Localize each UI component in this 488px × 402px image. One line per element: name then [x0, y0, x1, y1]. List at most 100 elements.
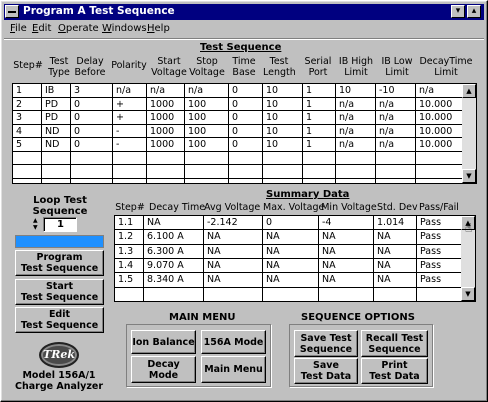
program-test-sequence-button[interactable]: Program Test Sequence	[15, 250, 104, 276]
ts-cell[interactable]: -	[116, 138, 146, 151]
ts-cell[interactable]	[116, 165, 146, 178]
summary-cell[interactable]: NA	[322, 230, 373, 243]
start-test-sequence-button[interactable]: Start Test Sequence	[15, 279, 104, 305]
ts-cell[interactable]: IB	[45, 84, 70, 97]
summary-cell[interactable]: NA	[266, 230, 318, 243]
summary-cell[interactable]: -4	[322, 216, 373, 229]
ts-cell[interactable]: -10	[379, 84, 415, 97]
scroll-down-icon[interactable]: ▼	[461, 287, 475, 301]
ts-cell[interactable]: 100	[188, 125, 228, 138]
save-test-data-button[interactable]: Save Test Data	[294, 358, 358, 384]
ts-cell[interactable]	[150, 152, 184, 165]
ts-cell[interactable]	[379, 152, 415, 165]
ts-cell[interactable]	[419, 165, 461, 178]
ts-cell[interactable]	[188, 165, 228, 178]
ts-cell[interactable]: n/a	[339, 111, 375, 124]
ts-cell[interactable]: ND	[45, 125, 70, 138]
summary-cell[interactable]: 6.300 A	[147, 245, 203, 258]
ts-cell[interactable]	[339, 165, 375, 178]
ts-cell[interactable]: n/a	[150, 84, 184, 97]
ts-table-row[interactable]: 3 PD 0 +1000 100 0 10 1 n/a n/a 10.000	[13, 111, 462, 125]
ts-cell[interactable]: PD	[45, 111, 70, 124]
summary-cell[interactable]: 6.100 A	[147, 230, 203, 243]
ts-cell[interactable]: 1000	[150, 138, 184, 151]
ts-table-row[interactable]: 1 IB 3 n/a n/a n/a 0 10 1 10 -10 n/a	[13, 84, 462, 98]
summary-cell[interactable]	[322, 288, 373, 301]
ts-cell[interactable]: n/a	[379, 138, 415, 151]
summary-cell[interactable]: NA	[377, 245, 416, 258]
ts-cell[interactable]: 10.000	[419, 138, 461, 151]
ts-cell[interactable]: 1	[306, 125, 335, 138]
menu-operate[interactable]: Operate	[58, 23, 99, 34]
summary-cell[interactable]: Pass	[420, 216, 460, 229]
ts-cell[interactable]: 0	[232, 125, 262, 138]
ts-cell[interactable]	[339, 152, 375, 165]
summary-cell[interactable]: 8.340 A	[147, 273, 203, 286]
menu-file[interactable]: File	[10, 23, 27, 34]
summary-table-row[interactable]: 1.3 6.300 A NA NA NA NA Pass	[115, 245, 461, 259]
maximize-button[interactable]: ▴	[467, 5, 481, 18]
ts-cell[interactable]	[379, 165, 415, 178]
ts-cell[interactable]: 100	[188, 111, 228, 124]
loop-count-input[interactable]: 1	[43, 217, 77, 232]
summary-cell[interactable]: -2.142	[207, 216, 262, 229]
ts-cell[interactable]	[232, 152, 262, 165]
ts-cell[interactable]: 5	[16, 138, 41, 151]
summary-cell[interactable]: NA	[322, 245, 373, 258]
ts-cell[interactable]	[74, 152, 112, 165]
summary-cell[interactable]: 1.014	[377, 216, 416, 229]
main-menu-button[interactable]: Main Menu	[201, 356, 266, 383]
ts-cell[interactable]: 10	[266, 138, 302, 151]
ts-cell[interactable]: 0	[74, 138, 112, 151]
summary-cell[interactable]: NA	[207, 245, 262, 258]
summary-cell[interactable]: 1.2	[118, 230, 143, 243]
ts-cell[interactable]: 1000	[150, 125, 184, 138]
ts-cell[interactable]: 0	[74, 111, 112, 124]
spin-down-icon[interactable]: ▼	[33, 225, 38, 231]
ts-cell[interactable]: ND	[45, 138, 70, 151]
save-test-sequence-button[interactable]: Save Test Sequence	[294, 330, 358, 357]
summary-cell[interactable]: 9.070 A	[147, 259, 203, 272]
summary-cell[interactable]: NA	[266, 245, 318, 258]
ts-scrollbar[interactable]: ▲ ▼	[462, 84, 476, 183]
ts-cell[interactable]	[188, 152, 228, 165]
summary-table-row[interactable]: 1.5 8.340 A NA NA NA NA Pass	[115, 273, 461, 287]
ts-cell[interactable]: 100	[188, 98, 228, 111]
ts-cell[interactable]: +	[116, 111, 146, 124]
ts-cell[interactable]: 0	[232, 138, 262, 151]
summary-cell[interactable]: NA	[207, 273, 262, 286]
156a-mode-button[interactable]: 156A Mode	[201, 330, 266, 354]
ts-table-row[interactable]: 2 PD 0 +1000 100 0 10 1 n/a n/a 10.000	[13, 98, 462, 112]
ts-cell[interactable]	[74, 165, 112, 178]
ts-cell[interactable]: 1	[306, 138, 335, 151]
summary-cell[interactable]: Pass	[420, 273, 460, 286]
ts-cell[interactable]: n/a	[419, 84, 461, 97]
loop-spinner[interactable]: ▲ ▼	[33, 218, 43, 232]
menu-windows[interactable]: Windows	[102, 23, 147, 34]
summary-cell[interactable]	[266, 288, 318, 301]
ts-cell[interactable]: 1	[306, 84, 335, 97]
ts-cell[interactable]: n/a	[379, 125, 415, 138]
ts-cell[interactable]: n/a	[339, 125, 375, 138]
ts-cell[interactable]: 10	[339, 84, 375, 97]
ts-cell[interactable]	[16, 152, 41, 165]
summary-cell[interactable]: 1.5	[118, 273, 143, 286]
ts-cell[interactable]	[232, 165, 262, 178]
summary-cell[interactable]	[420, 288, 460, 301]
system-menu-icon[interactable]	[5, 5, 19, 18]
ts-cell[interactable]: 3	[16, 111, 41, 124]
ts-table-row[interactable]: 5 ND 0-1000 100 0 10 1 n/a n/a 10.000	[13, 138, 462, 152]
summary-cell[interactable]	[118, 288, 143, 301]
ts-cell[interactable]: 10	[266, 98, 302, 111]
ts-cell[interactable]: 1	[16, 84, 41, 97]
ts-cell[interactable]: 1	[306, 98, 335, 111]
ts-cell[interactable]: n/a	[379, 111, 415, 124]
ts-cell[interactable]: n/a	[379, 98, 415, 111]
ts-cell[interactable]	[150, 165, 184, 178]
ts-cell[interactable]: +	[116, 98, 146, 111]
summary-cell[interactable]: NA	[207, 230, 262, 243]
ts-cell[interactable]	[266, 152, 302, 165]
summary-cell[interactable]: 1.3	[118, 245, 143, 258]
ts-cell[interactable]: 0	[232, 84, 262, 97]
decay-mode-button[interactable]: Decay Mode	[131, 356, 196, 383]
